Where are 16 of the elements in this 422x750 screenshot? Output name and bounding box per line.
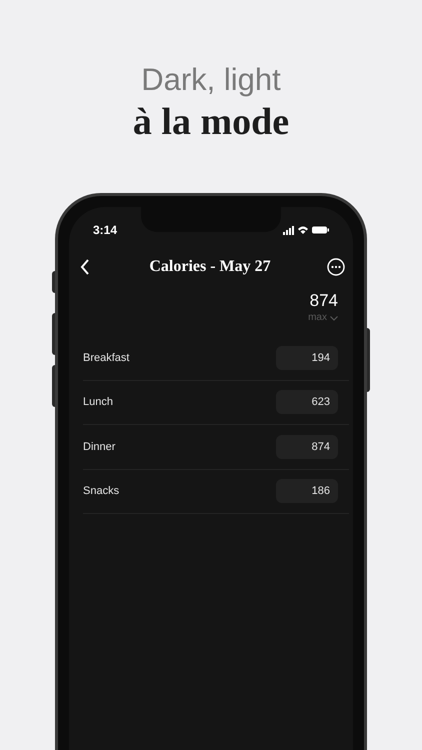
screen-title: Calories - May 27 bbox=[149, 257, 271, 277]
chevron-down-icon bbox=[330, 316, 338, 320]
meal-label: Breakfast bbox=[83, 350, 130, 366]
calorie-field[interactable]: 194 bbox=[276, 346, 338, 370]
calorie-field[interactable]: 623 bbox=[276, 390, 338, 414]
more-icon[interactable] bbox=[327, 258, 345, 276]
max-value: 874 bbox=[310, 290, 338, 312]
meal-label: Dinner bbox=[83, 440, 116, 454]
meal-label: Snacks bbox=[83, 484, 120, 499]
meal-label: Lunch bbox=[83, 395, 113, 410]
status-time: 3:14 bbox=[93, 222, 118, 239]
status-icons bbox=[283, 225, 329, 235]
headline-regular: Dark, light bbox=[141, 61, 281, 99]
calorie-field[interactable]: 874 bbox=[276, 434, 338, 459]
calorie-field[interactable]: 186 bbox=[276, 479, 338, 504]
headline-bold: à la mode bbox=[132, 100, 290, 144]
